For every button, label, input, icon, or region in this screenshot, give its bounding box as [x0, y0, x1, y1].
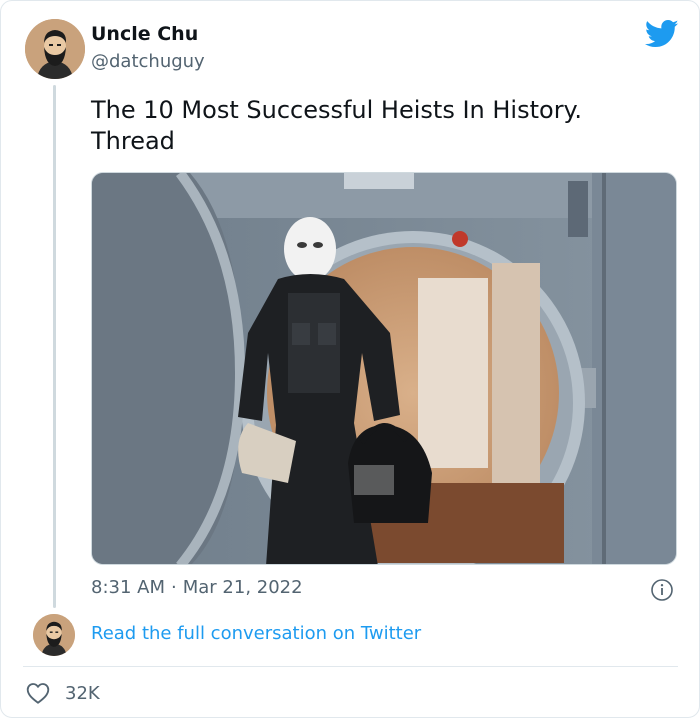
- author-avatar[interactable]: [25, 19, 85, 79]
- tweet-media-photo[interactable]: [91, 172, 677, 565]
- author-avatar-small[interactable]: [33, 614, 75, 656]
- thread-connector-line: [53, 85, 56, 608]
- bearded-man-avatar-icon: [33, 614, 75, 656]
- tweet-timestamp[interactable]: 8:31 AM · Mar 21, 2022: [91, 577, 303, 598]
- tweet-card: Uncle Chu @datchuguy The 10 Most Success…: [0, 0, 700, 718]
- tweet-text: The 10 Most Successful Heists In History…: [91, 95, 671, 157]
- author-handle[interactable]: @datchuguy: [91, 51, 205, 72]
- info-icon[interactable]: [650, 578, 674, 602]
- masked-robber-vault-photo: [92, 173, 676, 564]
- tweet-time: 8:31 AM: [91, 577, 165, 598]
- footer-divider: [23, 666, 678, 667]
- tweet-text-line: Thread: [91, 127, 175, 155]
- like-count: 32K: [65, 682, 100, 704]
- read-full-conversation-link[interactable]: Read the full conversation on Twitter: [91, 623, 421, 644]
- author-display-name[interactable]: Uncle Chu: [91, 23, 198, 45]
- bearded-man-avatar-icon: [25, 19, 85, 79]
- timestamp-separator: ·: [171, 577, 177, 598]
- heart-icon: [26, 683, 50, 704]
- like-button[interactable]: 32K: [25, 679, 100, 707]
- tweet-text-line: The 10 Most Successful Heists In History…: [91, 96, 582, 124]
- twitter-bird-icon[interactable]: [645, 19, 679, 49]
- tweet-date: Mar 21, 2022: [182, 577, 303, 598]
